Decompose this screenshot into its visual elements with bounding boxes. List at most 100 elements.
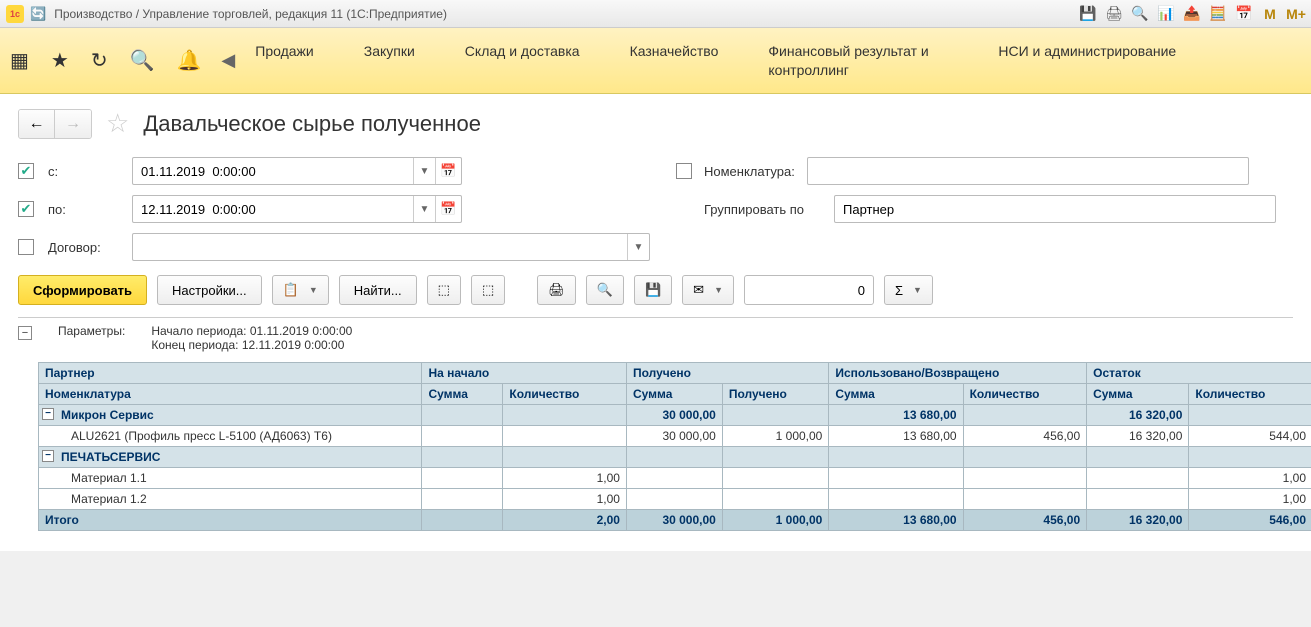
dogovor-label: Договор: [48, 240, 118, 255]
app-refresh-icon[interactable]: 🔄 [30, 6, 46, 22]
th-ostatok: Остаток [1087, 363, 1311, 384]
table-row[interactable]: Материал 1.11,001,00 [39, 468, 1311, 489]
dogovor-input[interactable] [133, 234, 627, 260]
dogovor-input-group: ▼ [132, 233, 650, 261]
group-input-group [834, 195, 1276, 223]
settings-button[interactable]: Настройки... [157, 275, 262, 305]
to-checkbox[interactable]: ✔ [18, 201, 34, 217]
cell-pol_qty [722, 489, 829, 510]
preview-button[interactable]: 🔍 [586, 275, 624, 305]
table-row[interactable]: Итого2,0030 000,001 000,0013 680,00456,0… [39, 510, 1311, 531]
nav-chevron-left[interactable]: ◀ [221, 50, 235, 71]
variants-button[interactable]: 📋▼ [272, 275, 329, 305]
th-polucheno: Получено [626, 363, 828, 384]
nomen-checkbox[interactable] [676, 163, 692, 179]
sum-input[interactable] [744, 275, 874, 305]
group-input[interactable] [835, 196, 1275, 222]
filters-panel: ✔ с: ▼ 📅 Номенклатура: ✔ по: ▼ 📅 [18, 157, 1293, 261]
cell-na_sum [422, 426, 503, 447]
nav-item-sales[interactable]: Продажи [255, 42, 313, 78]
param2-value: 12.11.2019 0:00:00 [242, 338, 345, 352]
table-row[interactable]: −Микрон Сервис30 000,0013 680,0016 320,0… [39, 405, 1311, 426]
cell-isp_sum: 13 680,00 [829, 426, 963, 447]
th-ost-summa: Сумма [1087, 384, 1189, 405]
cell-ost_qty: 1,00 [1189, 468, 1311, 489]
collapse-button[interactable]: ⬚ [471, 275, 505, 305]
row-toggle[interactable]: − [42, 450, 54, 462]
to-calendar-icon[interactable]: 📅 [435, 196, 461, 222]
print-button[interactable]: 🖨 [537, 275, 576, 305]
cell-ost_sum [1087, 447, 1189, 468]
row-toggle[interactable]: − [42, 408, 54, 420]
save-button[interactable]: 💾 [634, 275, 672, 305]
export-icon[interactable]: 📤 [1183, 5, 1201, 23]
title-bar: 1c 🔄 Производство / Управление торговлей… [0, 0, 1311, 28]
cell-na_qty: 2,00 [503, 510, 627, 531]
cell-isp_sum: 13 680,00 [829, 510, 963, 531]
table-row[interactable]: Материал 1.21,001,00 [39, 489, 1311, 510]
from-checkbox[interactable]: ✔ [18, 163, 34, 179]
expand-button[interactable]: ⬚ [427, 275, 461, 305]
cell-isp_qty [963, 447, 1087, 468]
row-name-cell: Материал 1.2 [39, 489, 422, 510]
to-dropdown[interactable]: ▼ [413, 196, 435, 222]
th-nachalo: На начало [422, 363, 627, 384]
nav-item-purchases[interactable]: Закупки [364, 42, 415, 78]
cell-isp_sum [829, 468, 963, 489]
nav-item-warehouse[interactable]: Склад и доставка [465, 42, 580, 78]
dogovor-checkbox[interactable] [18, 239, 34, 255]
search-icon[interactable]: 🔍 [130, 48, 155, 73]
history-icon[interactable]: ↻ [91, 48, 108, 73]
apps-icon[interactable]: ▦ [10, 48, 29, 73]
mail-button[interactable]: ✉▼ [682, 275, 734, 305]
preview-icon[interactable]: 🔍 [1131, 5, 1149, 23]
nav-item-treasury[interactable]: Казначейство [630, 42, 719, 78]
param1-value: 01.11.2019 0:00:00 [250, 324, 353, 338]
save-icon[interactable]: 💾 [1079, 5, 1097, 23]
from-calendar-icon[interactable]: 📅 [435, 158, 461, 184]
m-plus-icon[interactable]: M+ [1287, 5, 1305, 23]
bell-icon[interactable]: 🔔 [177, 48, 202, 73]
cell-na_qty [503, 447, 627, 468]
favorite-star[interactable]: ☆ [106, 108, 129, 139]
table-row[interactable]: ALU2621 (Профиль пресс L-5100 (АД6063) Т… [39, 426, 1311, 447]
cell-pol_sum: 30 000,00 [626, 510, 722, 531]
cell-pol_qty: 1 000,00 [722, 426, 829, 447]
cell-na_sum [422, 468, 503, 489]
from-dropdown[interactable]: ▼ [413, 158, 435, 184]
row-name-cell: Итого [39, 510, 422, 531]
nomen-input[interactable] [808, 158, 1248, 184]
cell-ost_sum: 16 320,00 [1087, 405, 1189, 426]
find-button[interactable]: Найти... [339, 275, 417, 305]
forward-button[interactable]: → [55, 110, 91, 138]
cell-pol_sum [626, 489, 722, 510]
nav-item-nsi[interactable]: НСИ и администрирование [998, 42, 1176, 78]
cell-na_sum [422, 489, 503, 510]
th-partner: Партнер [39, 363, 422, 384]
th-isp-summa: Сумма [829, 384, 963, 405]
cell-pol_qty [722, 447, 829, 468]
row-name-cell: −Микрон Сервис [39, 405, 422, 426]
nav-item-finresult[interactable]: Финансовый результат и контроллинг [768, 42, 948, 78]
calc-icon[interactable]: 🧮 [1209, 5, 1227, 23]
compare-icon[interactable]: 📊 [1157, 5, 1175, 23]
table-row[interactable]: −ПЕЧАТЬСЕРВИС [39, 447, 1311, 468]
calendar-icon[interactable]: 📅 [1235, 5, 1253, 23]
back-button[interactable]: ← [19, 110, 55, 138]
group-label: Группировать по [704, 202, 822, 217]
to-date-input[interactable] [133, 196, 413, 222]
report-collapse-toggle[interactable]: − [18, 326, 32, 340]
print-icon[interactable]: 🖨 [1105, 5, 1123, 23]
form-button[interactable]: Сформировать [18, 275, 147, 305]
cell-ost_qty: 546,00 [1189, 510, 1311, 531]
row-name-cell: Материал 1.1 [39, 468, 422, 489]
m-icon[interactable]: M [1261, 5, 1279, 23]
toolbar: Сформировать Настройки... 📋▼ Найти... ⬚ … [18, 275, 1293, 305]
nav-arrows: ← → [18, 109, 92, 139]
from-date-input[interactable] [133, 158, 413, 184]
row-name-cell: ALU2621 (Профиль пресс L-5100 (АД6063) Т… [39, 426, 422, 447]
sigma-button[interactable]: Σ▼ [884, 275, 933, 305]
star-icon[interactable]: ★ [51, 48, 69, 73]
dogovor-dropdown[interactable]: ▼ [627, 234, 649, 260]
cell-ost_qty [1189, 447, 1311, 468]
